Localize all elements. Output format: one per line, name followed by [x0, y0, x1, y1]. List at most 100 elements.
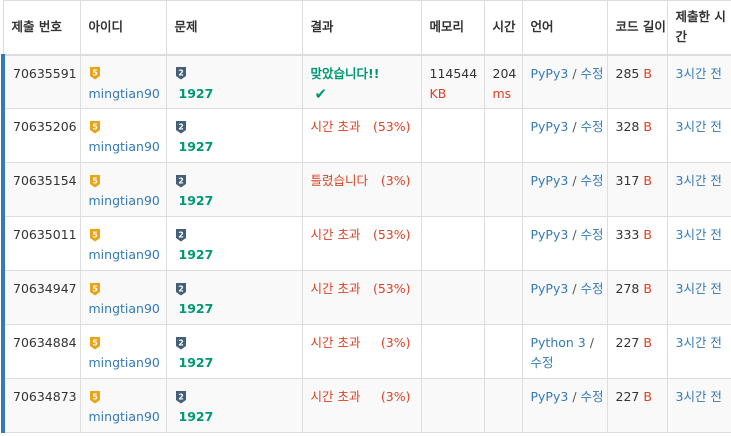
language-link[interactable]: PyPy3	[531, 66, 569, 81]
submission-id-text: 70635154	[13, 173, 77, 188]
problem-tier-icon: 2	[175, 67, 186, 80]
submission-id-text: 70634947	[13, 281, 77, 296]
edit-link[interactable]: 수정	[581, 66, 604, 81]
submitted-time-link[interactable]: 3시간 전	[676, 227, 722, 242]
problem-link[interactable]: 1927	[179, 353, 214, 373]
result-text[interactable]: 틀렸습니다	[311, 173, 369, 188]
problem-link[interactable]: 1927	[179, 245, 214, 265]
submitted-time-link[interactable]: 3시간 전	[676, 281, 722, 296]
problem-link[interactable]: 1927	[179, 191, 214, 211]
language-link[interactable]: PyPy3	[531, 227, 569, 242]
svg-text:2: 2	[178, 284, 184, 293]
time-cell	[483, 162, 523, 217]
edit-link[interactable]: 수정	[581, 227, 604, 242]
problem-link[interactable]: 1927	[179, 137, 214, 157]
submission-id: 70634884	[1, 324, 81, 379]
edit-link[interactable]: 수정	[531, 355, 554, 370]
submitted-time-link[interactable]: 3시간 전	[676, 389, 722, 404]
header-problem: 문제	[165, 0, 303, 55]
svg-text:5: 5	[92, 338, 98, 347]
memory-cell: 114544 KB	[420, 54, 485, 109]
memory-cell	[420, 270, 485, 325]
language-cell: Python 3 / 수정	[521, 324, 608, 379]
memory-cell	[420, 108, 485, 163]
user-tier-icon: 5	[89, 67, 100, 80]
user-link[interactable]: mingtian90	[89, 409, 160, 424]
code-length-unit: B	[643, 65, 652, 81]
svg-text:5: 5	[92, 69, 98, 78]
edit-link[interactable]: 수정	[581, 119, 604, 134]
code-length-value: 328	[615, 119, 640, 134]
status-table: 제출 번호 아이디 문제 결과 메모리 시간 언어 코드 길이 제출한 시간 7…	[1, 0, 731, 433]
submission-id: 70635154	[1, 162, 81, 217]
result-text[interactable]: 시간 초과	[311, 281, 361, 296]
submission-id-text: 70634873	[13, 389, 77, 404]
code-length-value: 278	[615, 281, 640, 296]
user-link[interactable]: mingtian90	[89, 355, 160, 370]
language-cell: PyPy3 / 수정	[521, 378, 608, 433]
user-link[interactable]: mingtian90	[89, 193, 160, 208]
submission-id-text: 70635206	[13, 119, 77, 134]
svg-text:2: 2	[178, 338, 184, 347]
submitted-time-link[interactable]: 3시간 전	[676, 119, 722, 134]
submitted-time-link[interactable]: 3시간 전	[676, 66, 722, 81]
language-link[interactable]: PyPy3	[531, 281, 569, 296]
language-link[interactable]: PyPy3	[531, 173, 569, 188]
result-cell: 시간 초과 (53%)	[301, 108, 422, 163]
user-tier-icon: 5	[89, 336, 100, 349]
user-tier-icon: 5	[89, 282, 100, 295]
table-header-row: 제출 번호 아이디 문제 결과 메모리 시간 언어 코드 길이 제출한 시간	[2, 0, 731, 55]
user-cell: 5 mingtian90	[79, 270, 167, 325]
code-length-value: 333	[615, 227, 640, 242]
svg-text:5: 5	[92, 392, 98, 401]
user-cell: 5 mingtian90	[79, 108, 167, 163]
table-row: 70635011 5 mingtian90 2 1927 시간 초과 (53%)	[1, 216, 731, 271]
problem-cell: 2 1927	[165, 216, 303, 271]
result-text[interactable]: 맞았습니다!!	[311, 66, 380, 81]
code-length-unit: B	[643, 119, 652, 134]
user-tier-icon: 5	[89, 228, 100, 241]
time-cell	[483, 216, 523, 271]
user-link[interactable]: mingtian90	[89, 247, 160, 262]
edit-link[interactable]: 수정	[581, 173, 604, 188]
edit-link[interactable]: 수정	[581, 281, 604, 296]
user-cell: 5 mingtian90	[79, 324, 167, 379]
svg-text:5: 5	[92, 122, 98, 131]
user-tier-icon: 5	[89, 390, 100, 403]
problem-link[interactable]: 1927	[179, 84, 214, 104]
language-link[interactable]: Python 3	[531, 335, 586, 350]
code-length-unit: B	[643, 281, 652, 296]
problem-link[interactable]: 1927	[179, 407, 214, 427]
language-link[interactable]: PyPy3	[531, 119, 569, 134]
result-percent: (3%)	[380, 389, 411, 404]
problem-tier-icon: 2	[175, 336, 186, 349]
submission-id-text: 70635011	[13, 227, 77, 242]
problem-link[interactable]: 1927	[179, 299, 214, 319]
result-text[interactable]: 시간 초과	[311, 119, 361, 134]
user-link[interactable]: mingtian90	[89, 139, 160, 154]
submission-id: 70635206	[1, 108, 81, 163]
submitted-time-link[interactable]: 3시간 전	[676, 335, 722, 350]
code-length-cell: 278 B	[606, 270, 668, 325]
result-percent: (53%)	[372, 119, 411, 134]
submission-id-text: 70635591	[13, 65, 77, 81]
separator: /	[572, 65, 577, 81]
separator: /	[572, 227, 577, 242]
table-row: 70634873 5 mingtian90 2 1927 시간 초과 (3%)	[1, 378, 731, 433]
submitted-time-link[interactable]: 3시간 전	[676, 173, 722, 188]
edit-link[interactable]: 수정	[581, 389, 604, 404]
language-link[interactable]: PyPy3	[531, 389, 569, 404]
user-link[interactable]: mingtian90	[89, 301, 160, 316]
code-length-unit: B	[643, 389, 652, 404]
result-text[interactable]: 시간 초과	[311, 389, 361, 404]
user-link[interactable]: mingtian90	[89, 86, 160, 101]
separator: /	[589, 335, 594, 350]
result-text[interactable]: 시간 초과	[311, 335, 361, 350]
problem-tier-icon: 2	[175, 228, 186, 241]
result-text[interactable]: 시간 초과	[311, 227, 361, 242]
problem-cell: 2 1927	[165, 324, 303, 379]
time-cell: 204 ms	[483, 54, 523, 109]
submitted-cell: 3시간 전	[666, 162, 731, 217]
code-length-unit: B	[643, 173, 652, 188]
separator: /	[572, 173, 577, 188]
